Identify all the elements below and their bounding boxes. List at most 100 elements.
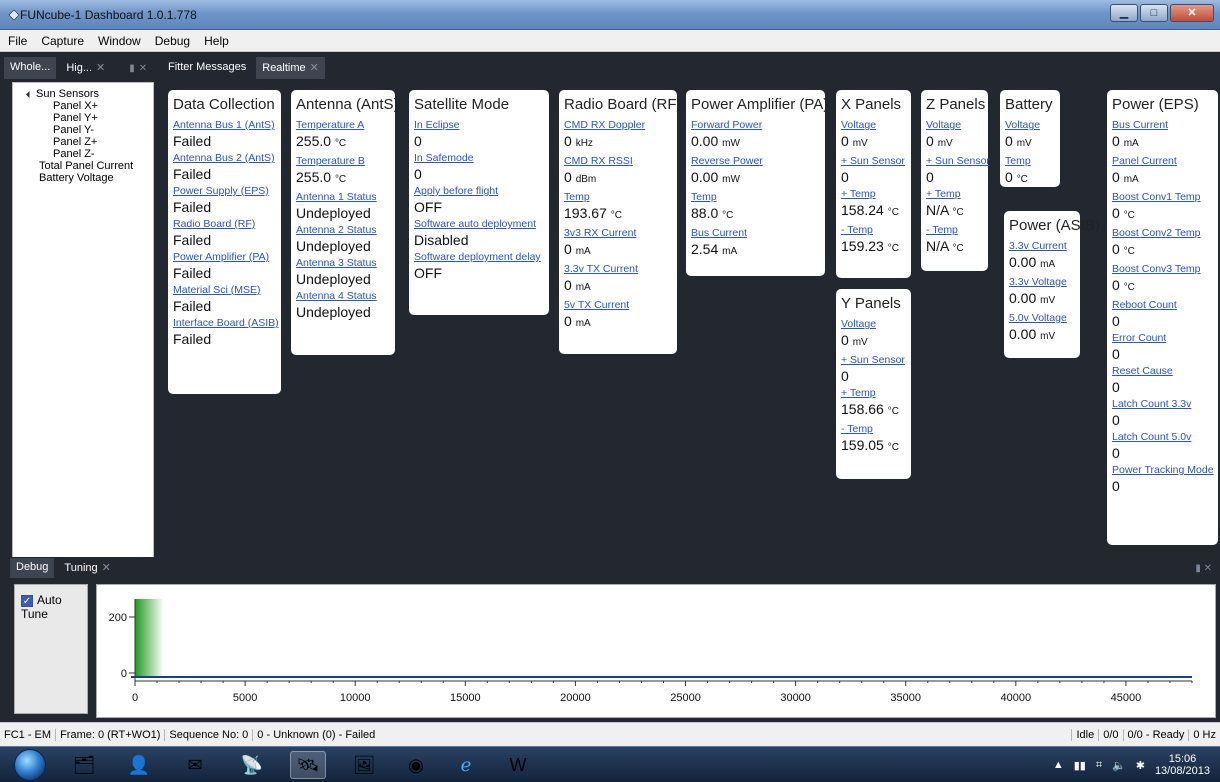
field-link[interactable]: Power Amplifier (PA) [173, 251, 276, 264]
menu-help[interactable]: Help [202, 32, 231, 50]
signal-icon[interactable]: ▮▮ [1074, 759, 1086, 772]
field-link[interactable]: Antenna Bus 2 (AntS) [173, 152, 276, 165]
security-icon[interactable]: ✱ [1136, 759, 1145, 772]
tree-node-panel[interactable]: Panel Z- [17, 148, 149, 160]
field-link[interactable]: + Sun Sensor [841, 354, 906, 367]
field-link[interactable]: Material Sci (MSE) [173, 284, 276, 297]
tray-expand-icon[interactable]: ▲ [1053, 759, 1064, 771]
field-link[interactable]: Boost Conv3 Temp [1112, 263, 1213, 276]
network-icon[interactable]: ⌗ [1096, 759, 1102, 772]
field-link[interactable]: Bus Current [1112, 119, 1213, 132]
field-link[interactable]: - Temp [841, 423, 906, 436]
volume-icon[interactable]: 🔈 [1112, 759, 1126, 772]
field-link[interactable]: - Temp [841, 224, 906, 237]
menu-capture[interactable]: Capture [39, 32, 86, 50]
field-link[interactable]: + Temp [841, 188, 906, 201]
field-link[interactable]: Antenna 4 Status [296, 290, 390, 303]
field-link[interactable]: Antenna Bus 1 (AntS) [173, 119, 276, 132]
field-link[interactable]: Antenna 1 Status [296, 191, 390, 204]
field-link[interactable]: Voltage [1005, 119, 1055, 132]
field-link[interactable]: Temperature B [296, 155, 390, 168]
photo-viewer-icon[interactable]: 🖼 [346, 751, 382, 779]
user-icon[interactable]: 👤 [121, 751, 157, 779]
field-link[interactable]: Voltage [841, 119, 906, 132]
field-link[interactable]: Radio Board (RF) [173, 218, 276, 231]
close-tab-icon[interactable]: ✕ [96, 62, 105, 74]
field-link[interactable]: Temperature A [296, 119, 390, 132]
field-link[interactable]: Voltage [841, 318, 906, 331]
field-link[interactable]: Temp [691, 191, 820, 204]
word-icon[interactable]: W [500, 751, 536, 779]
field-link[interactable]: Power Supply (EPS) [173, 185, 276, 198]
field-link[interactable]: Power Tracking Mode [1112, 464, 1214, 477]
field-link[interactable]: - Temp [926, 224, 983, 237]
field-link[interactable]: + Temp [841, 387, 906, 400]
field-link[interactable]: + Sun Sensor [841, 155, 906, 168]
tab-whole-orbit[interactable]: Whole... [4, 57, 57, 79]
close-tab-icon[interactable]: ✕ [310, 62, 319, 74]
field-link[interactable]: Temp [564, 191, 672, 204]
tree-node-total-panel-current[interactable]: Total Panel Current [17, 160, 149, 172]
field-link[interactable]: Forward Power [691, 119, 820, 132]
close-pane-icon[interactable]: ✕ [139, 63, 147, 79]
field-link[interactable]: Antenna 2 Status [296, 224, 390, 237]
tree-node-sun-sensors[interactable]: Sun Sensors [17, 88, 149, 100]
funcube-dashboard-icon[interactable]: 🛰 [290, 751, 326, 779]
chrome-icon[interactable]: ◉ [398, 751, 434, 779]
field-link[interactable]: 3v3 RX Current [564, 227, 672, 240]
tree-node-panel[interactable]: Panel Y- [17, 124, 149, 136]
field-link[interactable]: Temp [1005, 155, 1055, 168]
field-link[interactable]: CMD RX RSSI [564, 155, 672, 168]
tree-node-panel[interactable]: Panel X+ [17, 100, 149, 112]
field-link[interactable]: Software deployment delay [414, 251, 544, 264]
field-link[interactable]: Boost Conv1 Temp [1112, 191, 1213, 204]
menu-debug[interactable]: Debug [153, 32, 192, 50]
field-link[interactable]: In Safemode [414, 152, 544, 165]
field-link[interactable]: CMD RX Doppler [564, 119, 672, 132]
field-link[interactable]: 3.3v TX Current [564, 263, 672, 276]
field-link[interactable]: Interface Board (ASIB) [173, 317, 279, 330]
field-link[interactable]: 5.0v Voltage [1009, 312, 1075, 325]
field-link[interactable]: Error Count [1112, 332, 1213, 345]
field-link[interactable]: Bus Current [691, 227, 820, 240]
field-link[interactable]: 3.3v Voltage [1009, 276, 1075, 289]
pin-icon[interactable]: ▮ ✕ [1195, 563, 1212, 574]
satellite-dish-icon[interactable]: 📡 [234, 751, 270, 779]
field-link[interactable]: Latch Count 3.3v [1112, 398, 1213, 411]
auto-tune-checkbox[interactable]: ✓ [21, 595, 33, 607]
field-link[interactable]: 5v TX Current [564, 299, 672, 312]
internet-explorer-icon[interactable]: ℯ [448, 751, 484, 779]
start-button[interactable] [14, 749, 46, 781]
field-link[interactable]: Voltage [926, 119, 983, 132]
tab-high-res[interactable]: Hig... ✕ [60, 57, 111, 79]
field-link[interactable]: 3.3v Current [1009, 240, 1075, 253]
tab-tuning[interactable]: Tuning ✕ [58, 558, 116, 578]
field-link[interactable]: Software auto deployment [414, 218, 544, 231]
tree-node-panel[interactable]: Panel Y+ [17, 112, 149, 124]
menu-window[interactable]: Window [96, 32, 143, 50]
clock[interactable]: 15:06 13/08/2013 [1155, 753, 1210, 777]
minimize-button[interactable]: ▁ [1110, 4, 1138, 22]
mail-icon[interactable]: ✉ [177, 751, 213, 779]
field-link[interactable]: + Sun Sensor [926, 155, 990, 168]
field-link[interactable]: Antenna 3 Status [296, 257, 390, 270]
field-link[interactable]: Reverse Power [691, 155, 820, 168]
field-link[interactable]: Reboot Count [1112, 299, 1213, 312]
field-link[interactable]: Boost Conv2 Temp [1112, 227, 1213, 240]
field-link[interactable]: Panel Current [1112, 155, 1213, 168]
tree-node-panel[interactable]: Panel Z+ [17, 136, 149, 148]
field-link[interactable]: In Eclipse [414, 119, 544, 132]
expand-caret-icon[interactable] [25, 90, 34, 99]
explorer-icon[interactable]: 🗂 [66, 751, 102, 779]
maximize-button[interactable]: □ [1140, 4, 1168, 22]
tab-debug[interactable]: Debug [10, 558, 55, 578]
field-link[interactable]: Reset Cause [1112, 365, 1213, 378]
tab-fitter-messages[interactable]: Fitter Messages [162, 57, 252, 79]
tree-node-battery-voltage[interactable]: Battery Voltage [17, 172, 149, 184]
field-link[interactable]: + Temp [926, 188, 983, 201]
field-link[interactable]: Latch Count 5.0v [1112, 431, 1213, 444]
close-tab-icon[interactable]: ✕ [102, 562, 111, 574]
close-button[interactable]: ✕ [1170, 4, 1214, 22]
field-link[interactable]: Apply before flight [414, 185, 544, 198]
tab-realtime[interactable]: Realtime ✕ [256, 57, 325, 79]
